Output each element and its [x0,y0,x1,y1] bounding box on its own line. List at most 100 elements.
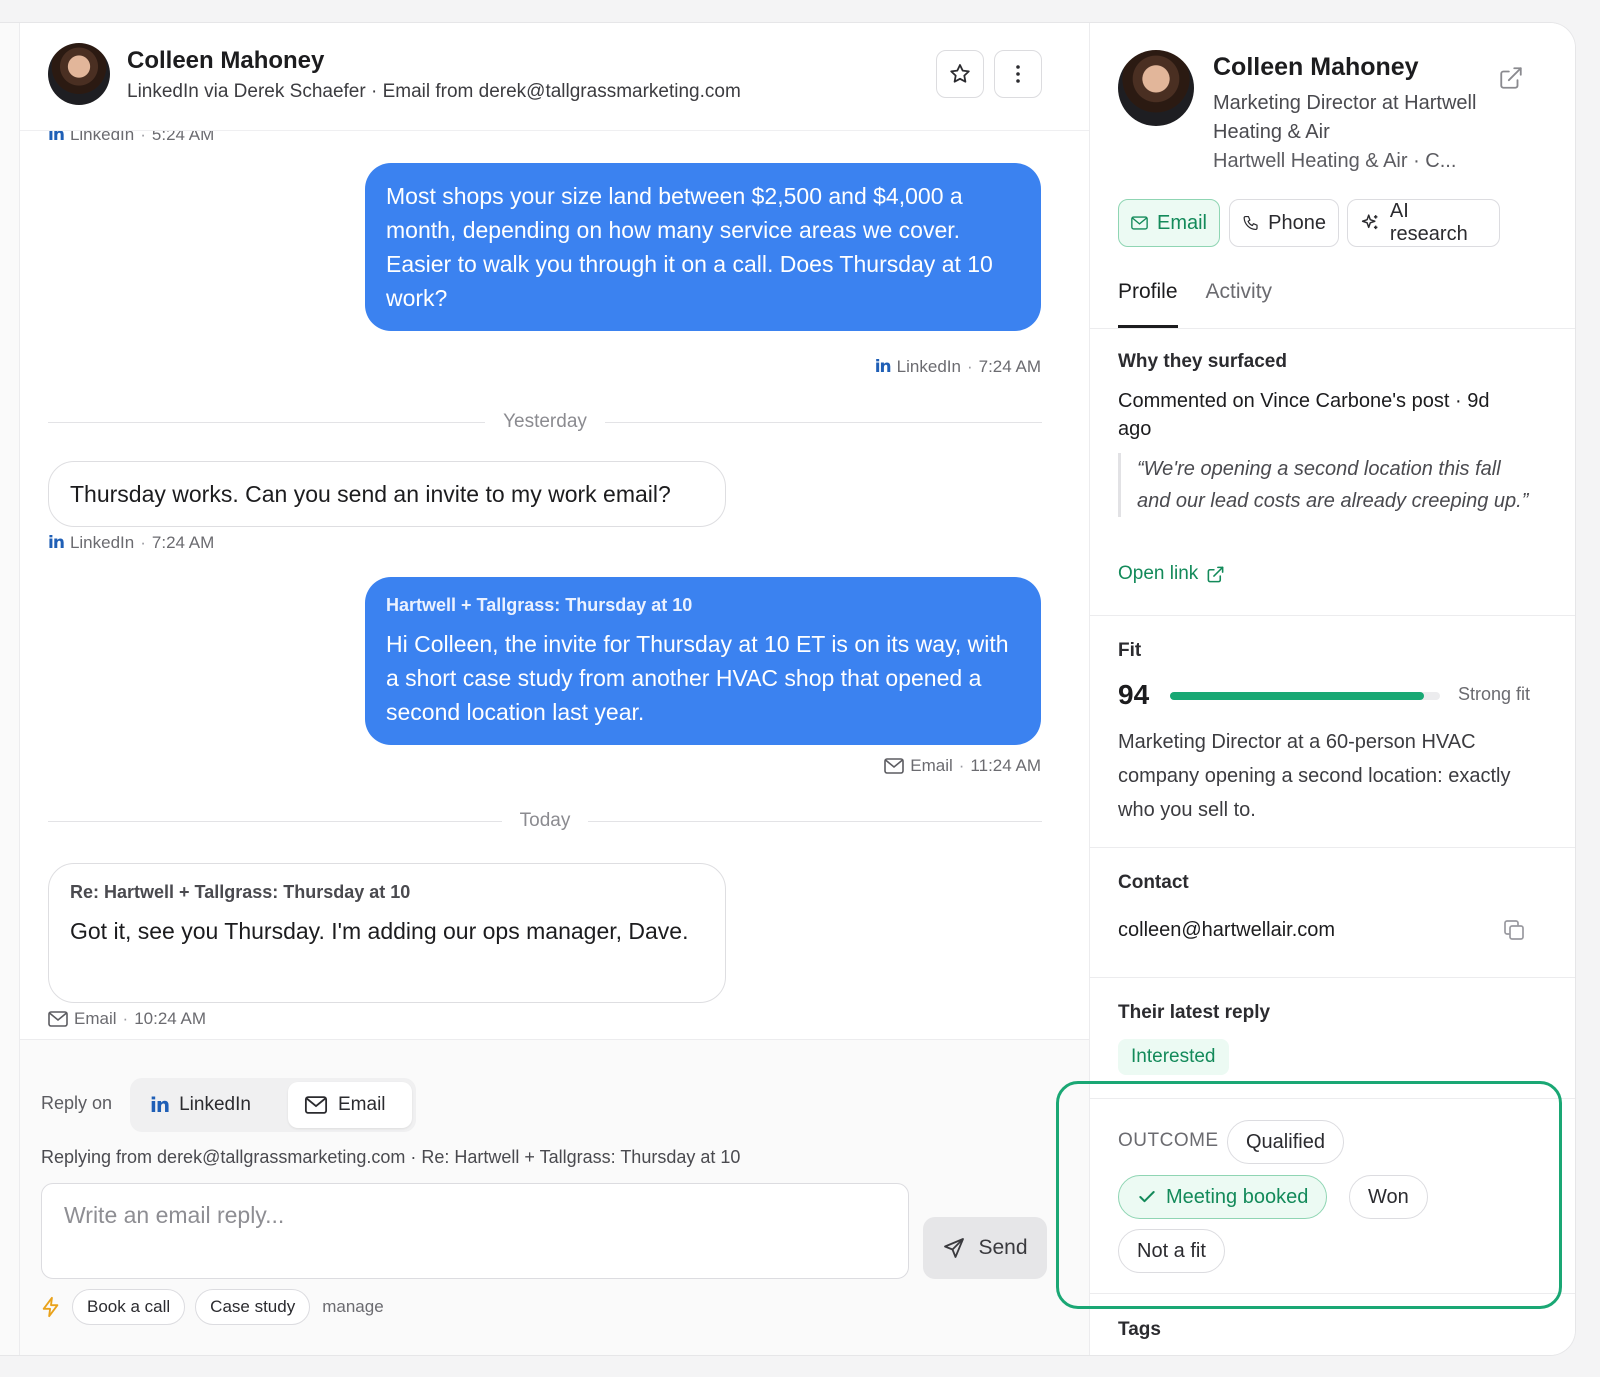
fit-description: Marketing Director at a 60-person HVAC c… [1118,731,1511,821]
channel-label: Email [338,1094,386,1115]
section-heading: Their latest reply [1118,1002,1271,1023]
linkedin-icon: in [48,533,65,553]
fit-bar [1170,692,1440,700]
message-text: Hi Colleen, the invite for Thursday at 1… [386,631,1009,725]
profile-company: Hartwell Heating & Air · C... [1213,150,1457,172]
outgoing-message[interactable]: Most shops your size land between $2,500… [365,163,1041,331]
message-subject: Re: Hartwell + Tallgrass: Thursday at 10 [70,882,411,902]
tab-activity[interactable]: Activity [1206,276,1273,328]
mail-icon [884,758,905,774]
phone-button-label: Phone [1268,211,1326,234]
send-label: Send [978,1236,1028,1259]
message-meta: Email · 10:24 AM [48,1009,206,1029]
message-text: Got it, see you Thursday. I'm adding our… [70,918,689,944]
ai-research-button[interactable]: AI research [1347,199,1500,247]
message-text: Most shops your size land between $2,500… [386,183,993,311]
open-link[interactable]: Open link [1118,563,1225,585]
contact-name: Colleen Mahoney [127,47,325,74]
external-link-icon[interactable] [1498,65,1524,91]
replying-from-text: Replying from derek@tallgrassmarketing.c… [41,1147,741,1167]
email-button[interactable]: Email [1118,199,1220,247]
linkedin-icon: in [150,1093,170,1117]
profile-title: Marketing Director at Hartwell Heating &… [1213,92,1477,143]
lightning-icon [42,1296,59,1318]
star-button[interactable] [936,50,984,98]
conversation-panel: Colleen Mahoney LinkedIn via Derek Schae… [20,23,1090,1355]
date-divider-label: Today [519,810,571,831]
linkedin-icon: in [874,357,892,377]
section-divider [1090,615,1575,616]
phone-icon [1243,215,1258,231]
date-divider-label: Yesterday [503,411,587,432]
phone-button[interactable]: Phone [1229,199,1339,247]
avatar[interactable] [48,43,110,105]
profile-name: Colleen Mahoney [1213,53,1419,81]
message-text: Thursday works. Can you send an invite t… [70,481,671,507]
section-heading: Why they surfaced [1118,351,1287,372]
channel-email-option[interactable]: Email [288,1082,412,1128]
left-sidebar-edge [0,23,20,1355]
reply-composer: Reply on in LinkedIn Email Replying from… [20,1039,1089,1355]
quick-reply-chip[interactable]: Case study [195,1289,311,1325]
reply-on-label: Reply on [41,1093,113,1113]
message-channel: LinkedIn [69,533,135,552]
date-divider: Today [48,809,1043,833]
more-options-button[interactable] [994,50,1042,98]
more-vertical-icon [1016,65,1020,83]
message-channel: Email [74,1009,117,1028]
copy-icon[interactable] [1502,918,1526,942]
message-meta: in LinkedIn · 7:24 AM [48,533,215,553]
outgoing-message[interactable]: Hartwell + Tallgrass: Thursday at 10 Hi … [365,577,1041,745]
send-button[interactable]: Send [923,1217,1047,1279]
manage-link[interactable]: manage [322,1297,383,1317]
channel-label: LinkedIn [179,1094,251,1115]
message-time: 11:24 AM [970,756,1041,775]
fit-score: 94 [1118,679,1150,710]
post-quote: “We're opening a second location this fa… [1118,453,1538,517]
message-channel: Email [910,756,953,775]
ai-research-label: AI research [1389,200,1468,245]
mail-icon [304,1096,328,1114]
tab-profile[interactable]: Profile [1118,276,1178,328]
message-time: 7:24 AM [978,357,1041,376]
incoming-message[interactable]: Re: Hartwell + Tallgrass: Thursday at 10… [48,863,726,1003]
section-divider [1090,847,1575,848]
send-icon [944,1238,965,1258]
avatar [1118,50,1194,126]
message-meta: in LinkedIn · 5:24 AM [48,131,214,145]
email-button-label: Email [1156,211,1207,234]
message-meta: Email · 11:24 AM [884,756,1041,776]
quick-reply-chip[interactable]: Book a call [72,1289,186,1325]
sparkle-icon [1361,214,1378,230]
message-thread[interactable]: in LinkedIn · 5:24 AM Most shops your siz… [20,131,1089,1039]
reply-status-badge: Interested [1118,1039,1229,1075]
message-time: 10:24 AM [134,1009,207,1028]
channel-toggle: in LinkedIn Email [130,1078,416,1132]
external-link-icon [1207,566,1224,582]
section-divider [1090,328,1575,329]
message-subject: Hartwell + Tallgrass: Thursday at 10 [386,595,693,615]
fit-bar-fill [1170,692,1424,700]
section-heading: Fit [1118,640,1142,661]
why-surfaced-text: Commented on Vince Carbone's post · 9d a… [1118,390,1490,440]
conversation-header: Colleen Mahoney LinkedIn via Derek Schae… [20,23,1089,131]
reply-input[interactable] [41,1183,909,1279]
mail-icon [1131,216,1148,230]
date-divider: Yesterday [48,410,1042,434]
channel-linkedin-option[interactable]: in LinkedIn [134,1082,284,1128]
outcome-highlight-frame [1056,1081,1562,1309]
message-channel: LinkedIn [896,357,961,376]
profile-tabs: Profile Activity [1118,276,1272,328]
section-heading: Contact [1118,872,1189,893]
mail-icon [48,1011,68,1027]
section-heading: Tags [1118,1319,1161,1340]
contact-email[interactable]: colleen@hartwellair.com [1118,919,1335,942]
section-divider [1090,977,1575,978]
incoming-message[interactable]: Thursday works. Can you send an invite t… [48,461,726,527]
message-time: 7:24 AM [151,533,215,552]
linkedin-icon: in [48,131,65,145]
star-icon [950,64,970,83]
message-meta: in LinkedIn · 7:24 AM [874,357,1041,377]
message-channel: LinkedIn [69,131,135,144]
open-link-label: Open link [1118,563,1199,584]
